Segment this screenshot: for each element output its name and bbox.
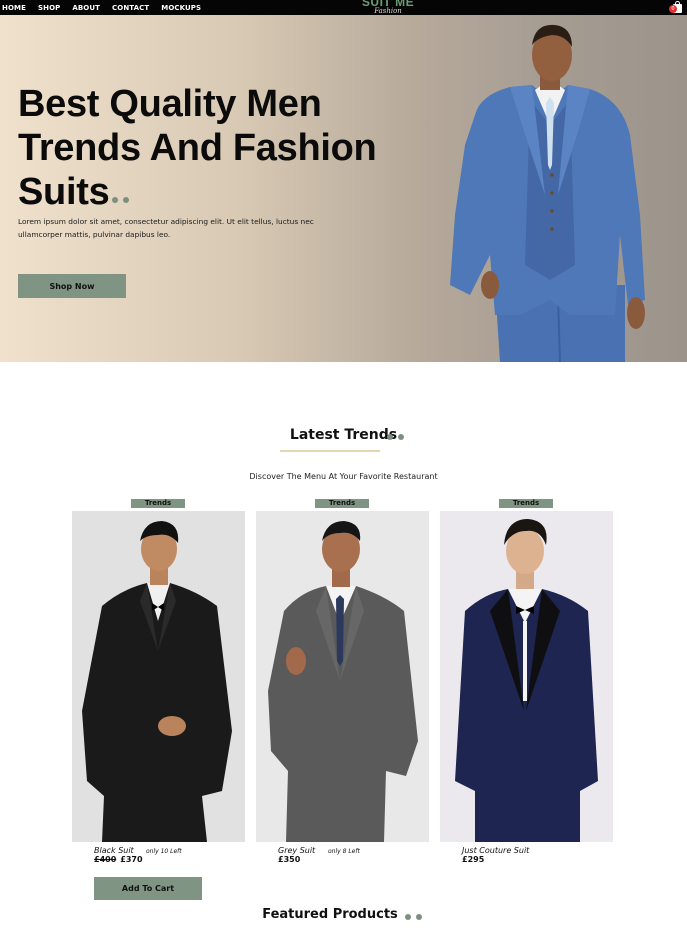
top-nav: HOME SHOP ABOUT CONTACT MOCKUPS SUIT ME … [0, 0, 687, 15]
decor-dot [398, 434, 404, 440]
latest-trends-title: Latest Trends [289, 427, 398, 443]
nav-link-shop[interactable]: SHOP [38, 4, 60, 12]
nav-link-home[interactable]: HOME [2, 4, 26, 12]
product-name[interactable]: Grey Suit [278, 846, 315, 855]
nav-link-mockups[interactable]: MOCKUPS [161, 4, 201, 12]
product-image[interactable] [72, 511, 245, 842]
trends-subtitle: Discover The Menu At Your Favorite Resta… [249, 472, 438, 481]
product-price: £400 £370 [94, 855, 143, 864]
current-price: £350 [278, 855, 301, 864]
product-image[interactable] [256, 511, 429, 842]
trend-badge: Trends [131, 499, 185, 508]
trend-badge: Trends [315, 499, 369, 508]
hero-decor-dots [112, 197, 129, 203]
hero-title-line1: Best Quality Men [18, 83, 322, 125]
stock-note: only 10 Left [146, 848, 182, 855]
hero-banner: Best Quality Men Trends And Fashion Suit… [0, 15, 687, 362]
product-name[interactable]: Black Suit [94, 846, 134, 855]
product-image[interactable] [440, 511, 613, 842]
nav-links: HOME SHOP ABOUT CONTACT MOCKUPS [2, 0, 213, 15]
site-logo[interactable]: SUIT ME Fashion [358, 0, 418, 16]
decor-dot [123, 197, 129, 203]
nav-link-contact[interactable]: CONTACT [112, 4, 149, 12]
hero-title: Best Quality Men Trends And Fashion Suit… [18, 82, 398, 214]
hero-description: Lorem ipsum dolor sit amet, consectetur … [18, 217, 314, 239]
current-price: £370 [120, 855, 143, 864]
product-name[interactable]: Just Couture Suit [462, 846, 529, 855]
title-underline [280, 450, 380, 452]
cart-count-badge: 0 [669, 5, 677, 13]
decor-dot [112, 197, 118, 203]
featured-decor-dots [405, 914, 422, 920]
add-to-cart-button[interactable]: Add To Cart [94, 877, 202, 900]
featured-products-title: Featured Products [262, 907, 398, 922]
trend-badge: Trends [499, 499, 553, 508]
decor-dot [405, 914, 411, 920]
hero-model-image [450, 24, 645, 362]
cart-icon[interactable]: 0 [669, 0, 685, 14]
nav-link-about[interactable]: ABOUT [72, 4, 100, 12]
old-price: £400 [94, 855, 117, 864]
decor-dot [416, 914, 422, 920]
current-price: £295 [462, 855, 485, 864]
product-price: £350 [278, 855, 300, 864]
hero-title-line2: Trends And Fashion [18, 127, 377, 169]
stock-note: only 8 Left [328, 848, 360, 855]
trends-decor-dots [387, 434, 404, 440]
product-price: £295 [462, 855, 484, 864]
shop-now-button[interactable]: Shop Now [18, 274, 126, 298]
decor-dot [387, 434, 393, 440]
hero-title-line3: Suits [18, 171, 110, 213]
